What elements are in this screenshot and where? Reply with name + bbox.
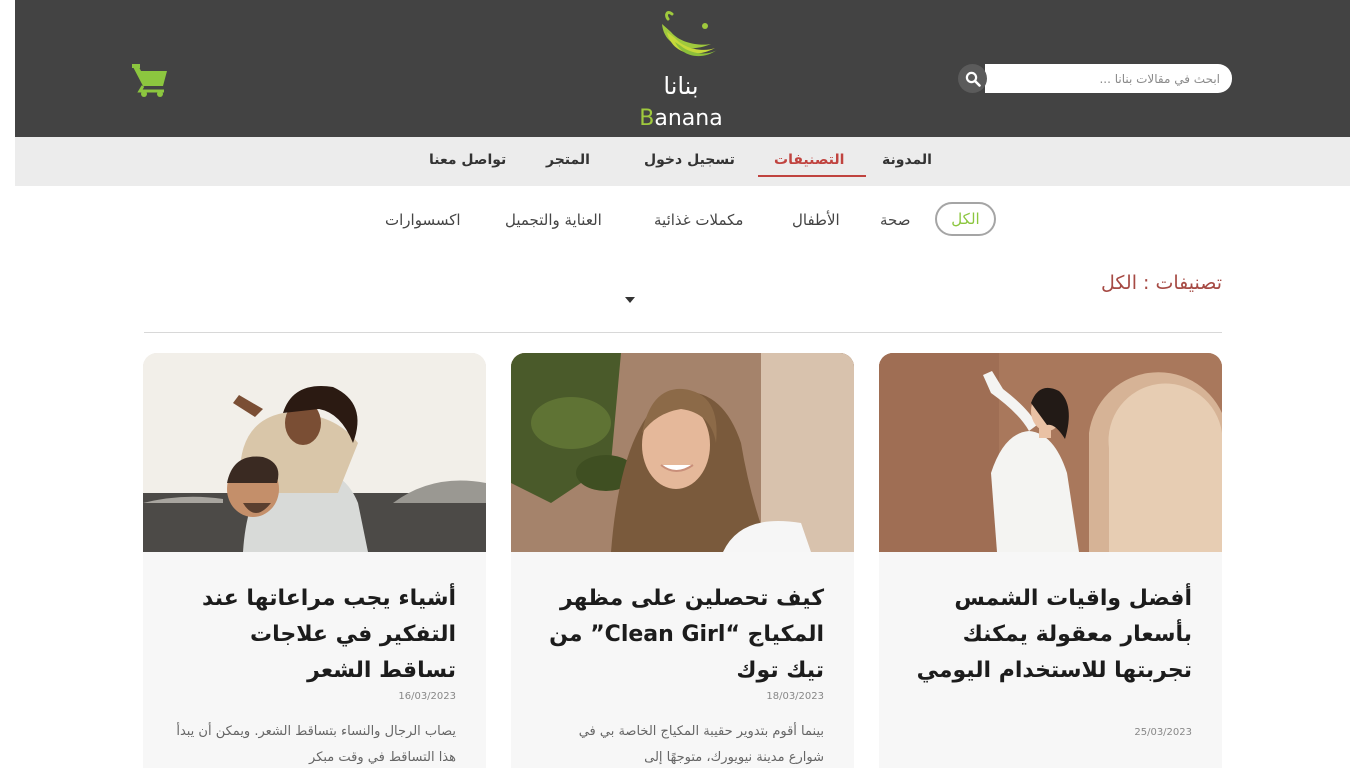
article-title[interactable]: كيف تحصلين على مظهر المكياج “Clean Girl”… (541, 581, 824, 689)
page-frame: بنانا Banana المدونة التصنيفات تسجيل دخو… (15, 0, 1350, 768)
article-date: 18/03/2023 (766, 691, 824, 702)
article-card[interactable]: أفضل واقيات الشمس بأسعار معقولة يمكنك تج… (879, 353, 1222, 768)
article-title[interactable]: أفضل واقيات الشمس بأسعار معقولة يمكنك تج… (909, 581, 1192, 689)
cart-icon (132, 64, 167, 97)
cart-button[interactable] (131, 62, 169, 98)
search-box (958, 64, 1232, 93)
article-image[interactable] (143, 353, 486, 552)
search-button[interactable] (958, 64, 987, 93)
article-body: أفضل واقيات الشمس بأسعار معقولة يمكنك تج… (879, 552, 1222, 768)
main-nav: المدونة التصنيفات تسجيل دخول المتجر تواص… (15, 137, 1350, 303)
logo-english-text: Banana (631, 106, 731, 131)
nav-active-indicator (758, 175, 866, 177)
category-all-chip[interactable]: الكل (935, 202, 996, 236)
makeup-photo-illustration (511, 353, 854, 552)
article-body: كيف تحصلين على مظهر المكياج “Clean Girl”… (511, 552, 854, 768)
nav-item-blog[interactable]: المدونة (882, 152, 932, 168)
banana-logo-icon (662, 11, 717, 57)
chevron-down-icon[interactable] (625, 297, 635, 303)
nav-item-login[interactable]: تسجيل دخول (644, 152, 735, 168)
category-health[interactable]: صحة (880, 211, 910, 229)
nav-item-categories[interactable]: التصنيفات (774, 152, 844, 168)
section-title: تصنيفات : الكل (1101, 272, 1222, 294)
article-body: أشياء يجب مراعاتها عند التفكير في علاجات… (143, 552, 486, 768)
category-accessories[interactable]: اكسسوارات (385, 211, 461, 229)
article-excerpt: بينما أقوم بتدوير حقيبة المكياج الخاصة ب… (578, 724, 824, 765)
article-excerpt: يصاب الرجال والنساء بتساقط الشعر. ويمكن … (176, 724, 456, 765)
logo-arabic-text: بنانا (663, 72, 699, 100)
hair-loss-photo-illustration (143, 353, 486, 552)
article-title[interactable]: أشياء يجب مراعاتها عند التفكير في علاجات… (173, 581, 456, 689)
nav-item-contact[interactable]: تواصل معنا (429, 152, 506, 168)
nav-item-store[interactable]: المتجر (546, 152, 590, 168)
site-logo[interactable]: بنانا Banana (631, 6, 731, 132)
article-image[interactable] (879, 353, 1222, 552)
sunscreen-photo-illustration (879, 353, 1222, 552)
article-date: 25/03/2023 (1134, 727, 1192, 738)
category-kids[interactable]: الأطفال (792, 211, 840, 229)
search-input[interactable] (985, 64, 1232, 93)
search-icon (965, 71, 981, 87)
divider (144, 332, 1222, 333)
logo-letter-b: B (639, 106, 655, 131)
article-card[interactable]: أشياء يجب مراعاتها عند التفكير في علاجات… (143, 353, 486, 768)
article-date: 16/03/2023 (398, 691, 456, 702)
logo-letters-rest: anana (654, 106, 723, 131)
article-image[interactable] (511, 353, 854, 552)
category-supplements[interactable]: مكملات غذائية (654, 211, 743, 229)
article-card[interactable]: كيف تحصلين على مظهر المكياج “Clean Girl”… (511, 353, 854, 768)
site-header: بنانا Banana (15, 0, 1350, 137)
category-beauty[interactable]: العناية والتجميل (505, 211, 602, 229)
